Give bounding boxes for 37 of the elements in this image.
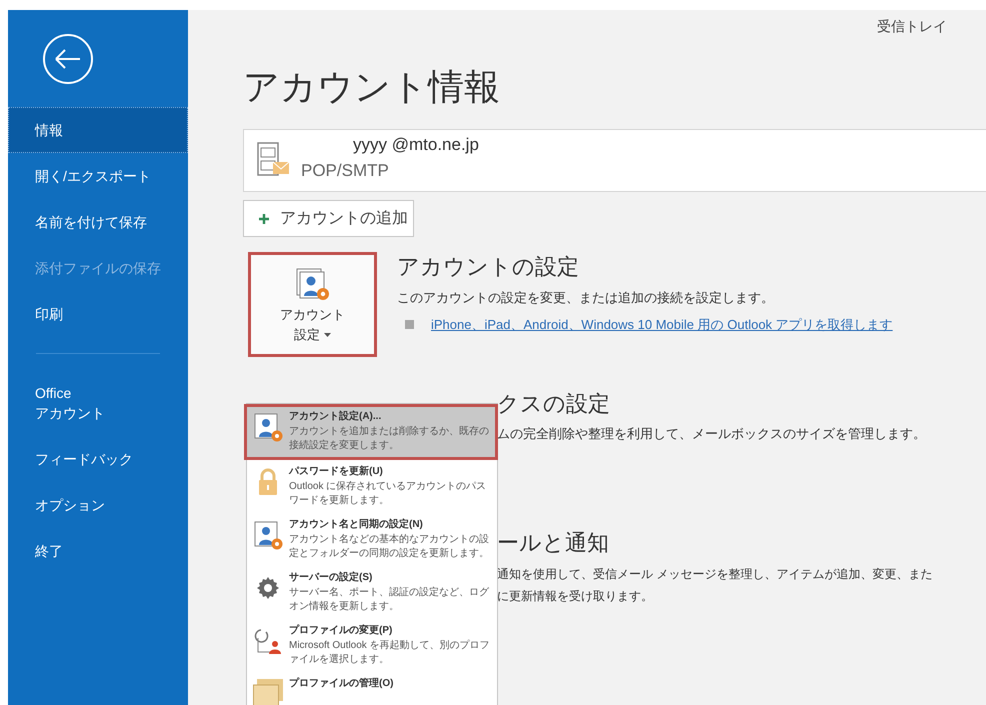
menu-item[interactable]: サーバーの設定(S) サーバー名、ポート、認証の設定など、ログオン情報を更新します。 [247, 566, 497, 619]
sidebar-item[interactable]: 終了 [8, 528, 188, 574]
add-account-button[interactable]: アカウントの追加 [243, 200, 414, 237]
menu-item[interactable]: パスワードを更新(U) Outlook に保存されているアカウントのパスワードを更新します。 [247, 460, 497, 513]
sidebar-item[interactable]: オプション [8, 482, 188, 528]
section-description: 通知を使用して、受信メール メッセージを整理し、アイテムが追加、変更、また [497, 566, 934, 582]
person-gear-icon [253, 412, 283, 442]
sidebar-item[interactable]: フィードバック [8, 436, 188, 482]
sidebar-item[interactable]: 開く/エクスポート [8, 153, 188, 199]
sidebar-item[interactable]: 印刷 [8, 291, 188, 337]
account-card[interactable]: yyyy @mto.ne.jp POP/SMTP [243, 129, 986, 192]
sidebar-item[interactable]: Office アカウント [8, 370, 188, 436]
section-description: このアカウントの設定を変更、または追加の接続を設定します。 [397, 289, 775, 307]
person-gear-icon [294, 267, 330, 303]
caret-icon [324, 333, 331, 337]
account-email: yyyy @mto.ne.jp [353, 134, 479, 156]
menu-item[interactable]: アカウント名と同期の設定(N) アカウント名などの基本的なアカウントの設定とフォルダーの同期の設定を更新します。 [247, 513, 497, 566]
section-heading: ールと通知 [497, 528, 610, 556]
sidebar-item[interactable]: 名前を付けて保存 [8, 199, 188, 245]
account-type: POP/SMTP [301, 160, 390, 182]
menu-item[interactable]: プロファイルの変更(P) Microsoft Outlook を再起動して、別のプロファイルを選択します。 [247, 619, 497, 672]
section-heading: クスの設定 [497, 390, 611, 418]
menu-item[interactable]: アカウント設定(A)... アカウントを追加または削除するか、既存の接続設定を変更します。 [244, 404, 498, 460]
sidebar-item[interactable]: 情報 [8, 107, 188, 153]
section-heading: アカウントの設定 [397, 253, 580, 281]
section-description: に更新情報を受け取ります。 [497, 588, 654, 604]
menu-item[interactable]: プロファイルの管理(O) [247, 672, 497, 705]
person-gear-icon [253, 520, 283, 550]
account-settings-button[interactable]: アカウント 設定 [248, 252, 377, 357]
plus-icon [258, 212, 270, 224]
page-title: アカウント情報 [243, 65, 501, 109]
folder-label: 受信トレイ [877, 17, 947, 36]
outlook-app-link[interactable]: iPhone、iPad、Android、Windows 10 Mobile 用の Outlook アプリを取得します [431, 314, 893, 334]
mail-cabinet-icon [257, 142, 291, 178]
bullet-icon [405, 320, 414, 329]
folders-icon [253, 679, 283, 705]
section-description: ムの完全削除や整理を利用して、メールボックスのサイズを管理します。 [497, 425, 927, 443]
